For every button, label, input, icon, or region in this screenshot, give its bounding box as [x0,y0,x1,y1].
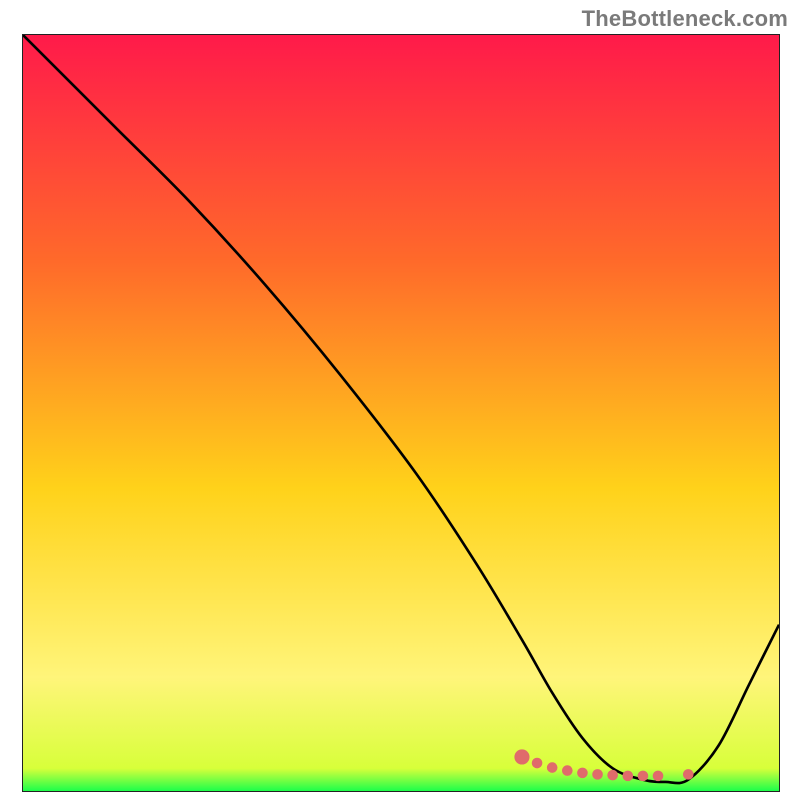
highlight-marker [592,769,603,780]
highlight-marker [623,771,634,782]
highlight-marker [638,771,649,782]
highlight-marker [547,762,558,773]
highlight-marker [577,768,588,779]
plot-area [22,34,780,792]
highlight-marker [683,769,694,780]
plot-svg [23,35,779,791]
highlight-marker [562,765,573,776]
watermark-text: TheBottleneck.com [582,6,788,32]
highlight-marker [653,771,664,782]
chart-stage: TheBottleneck.com [0,0,800,800]
highlight-marker [514,749,529,764]
highlight-marker [532,758,543,769]
highlight-marker [607,770,618,781]
